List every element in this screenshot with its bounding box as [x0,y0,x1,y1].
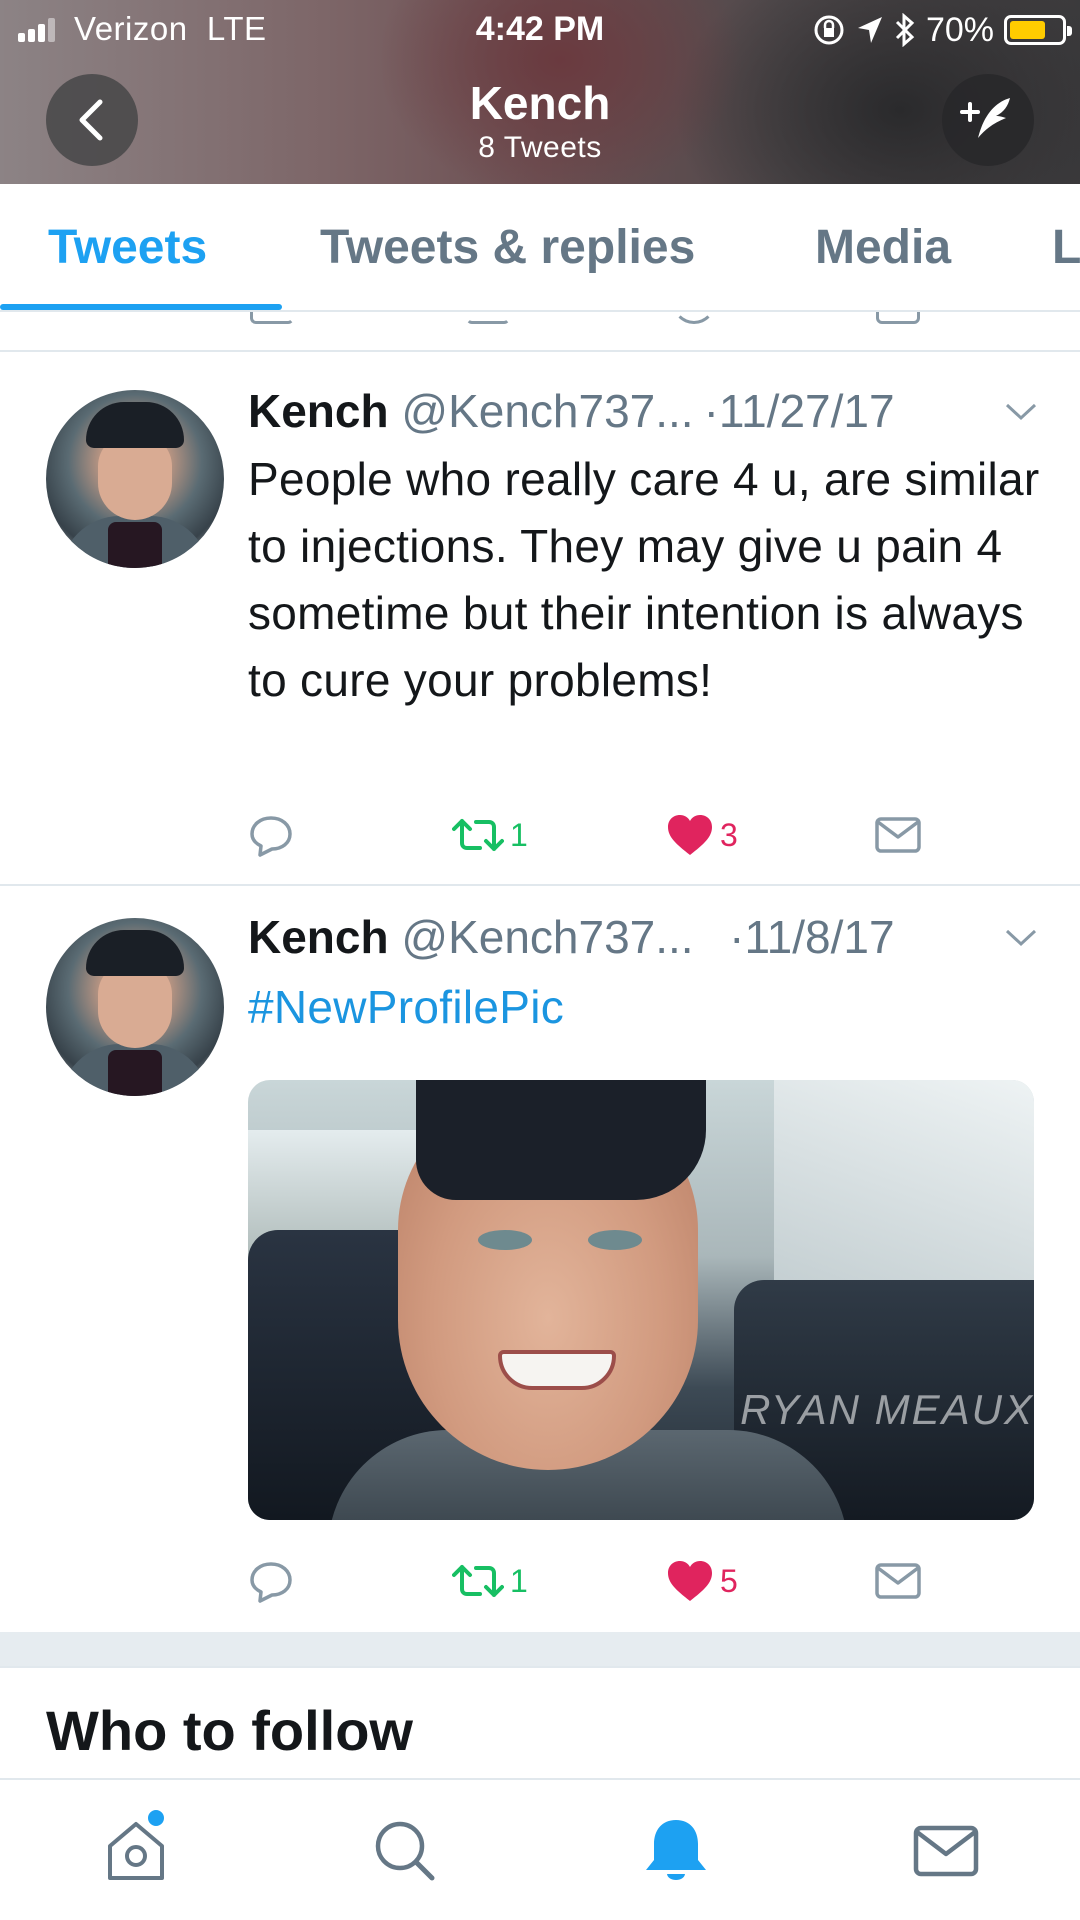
tweet-header: Kench @Kench737... ·11/27/17 [248,385,895,437]
tweet-item[interactable]: Kench @Kench737... ·11/8/17 #NewProfileP… [0,888,1080,1632]
profile-title-block: Kench 8 Tweets [0,76,1080,166]
chevron-down-icon[interactable] [1004,402,1038,422]
photo-watermark: RYAN MEAUX [740,1386,1034,1433]
who-to-follow-heading: Who to follow [46,1699,413,1762]
tab-likes[interactable]: L [1052,220,1080,275]
nav-messages[interactable] [906,1810,986,1890]
tweet-header: Kench @Kench737... ·11/8/17 [248,911,895,963]
direct-message-button[interactable] [874,810,922,860]
battery-level-fill [1010,21,1045,39]
avatar[interactable] [46,918,224,1096]
tweet-actions: 1 3 [248,810,1048,860]
nav-search[interactable] [364,1810,444,1890]
like-icon[interactable] [672,312,716,324]
tab-tweets[interactable]: Tweets [48,220,207,275]
heart-icon [668,1561,712,1601]
tweet-author-name[interactable]: Kench [248,385,389,437]
avatar[interactable] [46,390,224,568]
retweet-icon [452,1565,504,1597]
tweet-item[interactable]: Kench @Kench737... ·11/27/17 People who r… [0,354,1080,886]
profile-tabs: Tweets Tweets & replies Media L [0,184,1080,312]
messages-icon [913,1825,979,1877]
active-tab-indicator [0,304,282,310]
retweet-icon[interactable] [466,312,510,324]
tweet-text: People who really care 4 u, are similar … [248,453,1040,706]
tab-media[interactable]: Media [815,220,951,275]
envelope-icon [875,1563,921,1599]
retweet-count: 1 [510,816,528,853]
previous-tweet-actions [0,312,1080,352]
nav-notifications[interactable] [636,1810,716,1890]
like-button[interactable]: 5 [666,1556,738,1606]
reply-icon [250,1562,292,1603]
hashtag-link[interactable]: #NewProfilePic [248,974,1048,1041]
retweet-count: 1 [510,1562,528,1599]
tweet-author-name[interactable]: Kench [248,911,389,963]
tweet-date: 11/27/17 [718,385,895,437]
reply-button[interactable] [248,810,294,860]
bluetooth-icon [895,13,915,47]
like-count: 5 [720,1562,738,1599]
notifications-bell-icon [646,1820,706,1880]
tweet-count: 8 Tweets [478,131,602,164]
compose-tweet-icon [960,98,1010,138]
search-icon [375,1821,435,1881]
tweet-actions: 1 5 [248,1556,1048,1606]
tweet-date: 11/8/17 [744,911,895,963]
battery-icon [1004,15,1072,45]
compose-tweet-button[interactable] [942,74,1034,166]
reply-icon[interactable] [250,312,294,324]
tweet-author-handle[interactable]: @Kench737... [401,911,693,963]
bottom-navigation [0,1778,1080,1920]
envelope-icon [875,817,921,853]
reply-button[interactable] [248,1556,294,1606]
location-arrow-icon [857,17,882,43]
lock-rotation-icon [814,15,844,45]
profile-header: Verizon LTE 4:42 PM 70% Kench 8 Tweets [0,0,1080,184]
chevron-down-icon[interactable] [1004,928,1038,948]
heart-icon [668,815,712,855]
like-count: 3 [720,816,738,853]
retweet-button[interactable]: 1 [452,1556,528,1606]
page-title: Kench [469,77,611,129]
battery-percent: 70% [925,10,994,49]
retweet-icon [452,819,504,851]
direct-message-icon[interactable] [876,312,920,324]
section-divider [0,1632,1080,1668]
tweet-author-handle[interactable]: @Kench737... [401,385,693,437]
home-notification-dot [146,1808,166,1828]
retweet-button[interactable]: 1 [452,810,528,860]
tweet-photo[interactable]: RYAN MEAUX [248,1080,1034,1520]
like-button[interactable]: 3 [666,810,738,860]
tab-tweets-and-replies[interactable]: Tweets & replies [320,220,695,275]
status-icons: 70% [812,10,1072,50]
direct-message-button[interactable] [874,1556,922,1606]
reply-icon [250,816,292,857]
status-bar: Verizon LTE 4:42 PM 70% [0,0,1080,60]
